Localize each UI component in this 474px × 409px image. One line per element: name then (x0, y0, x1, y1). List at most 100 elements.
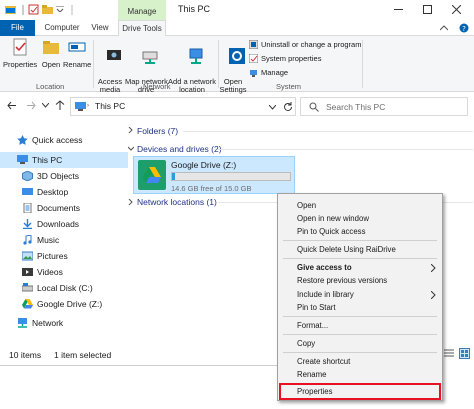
search-box[interactable]: Search This PC (300, 97, 468, 116)
network-drive-icon (142, 51, 158, 64)
network-location-icon (189, 48, 203, 64)
maximize-icon[interactable] (423, 5, 432, 14)
address-bar[interactable]: › This PC (70, 97, 296, 116)
toolbar-separator-icon (22, 5, 24, 15)
give-access-label: Give access to (297, 263, 352, 272)
properties-button[interactable]: Properties (3, 38, 37, 69)
access-media-label: Access media (97, 76, 123, 94)
folders-group-header[interactable]: Folders (7) (137, 126, 178, 136)
ribbon: Properties Open Rename Location Access m… (0, 36, 474, 94)
menu-item-pin-quick-access[interactable]: Pin to Quick access (278, 225, 442, 238)
tab-file[interactable]: File (0, 20, 35, 36)
nav-label: Quick access (32, 134, 83, 145)
expand-chevron-icon[interactable] (128, 199, 134, 205)
minimize-icon[interactable] (394, 9, 403, 11)
nav-google-drive[interactable]: Google Drive (Z:) (0, 296, 128, 312)
customize-toolbar-icon[interactable] (56, 6, 64, 12)
address-path[interactable]: This PC (95, 101, 125, 111)
submenu-arrow-icon (431, 291, 436, 299)
new-folder-quick-icon[interactable] (42, 4, 53, 15)
menu-item-pin-start[interactable]: Pin to Start (278, 301, 442, 314)
nav-documents[interactable]: Documents (0, 200, 128, 216)
menu-item-give-access[interactable]: Give access to (278, 261, 442, 274)
open-folder-icon (43, 41, 59, 54)
recent-locations-icon[interactable] (42, 103, 49, 108)
rename-button[interactable]: Rename (63, 38, 91, 69)
up-arrow-icon[interactable] (55, 100, 65, 110)
music-note-icon (23, 234, 32, 245)
local-disk-icon (22, 282, 33, 292)
nav-this-pc[interactable]: This PC (0, 152, 128, 168)
navigation-pane: Quick access This PC 3D Objects Desktop … (0, 122, 128, 344)
network-icon (18, 317, 27, 328)
menu-item-open[interactable]: Open (278, 199, 442, 212)
nav-videos[interactable]: Videos (0, 264, 128, 280)
back-arrow-icon[interactable] (7, 101, 17, 110)
nav-label: Desktop (37, 186, 69, 197)
forward-arrow-icon[interactable] (26, 101, 36, 110)
details-view-icon[interactable] (444, 349, 454, 359)
nav-desktop[interactable]: Desktop (0, 184, 128, 200)
nav-pictures[interactable]: Pictures (0, 248, 128, 264)
nav-label: Documents (37, 202, 80, 213)
menu-item-open-new-window[interactable]: Open in new window (278, 212, 442, 225)
manage-icon (250, 70, 257, 77)
properties-quick-icon[interactable] (28, 4, 39, 15)
system-properties-button[interactable]: System properties (249, 54, 321, 63)
nav-label: Downloads (37, 218, 80, 229)
collapse-chevron-icon[interactable] (128, 146, 134, 152)
network-locations-header[interactable]: Network locations (1) (137, 197, 217, 207)
group-rule (183, 131, 473, 132)
drive-free-space: 14.6 GB free of 15.0 GB (171, 184, 252, 193)
menu-separator (283, 240, 437, 241)
nav-local-disk[interactable]: Local Disk (C:) (0, 280, 128, 296)
media-icon (107, 49, 122, 60)
tab-drive-tools[interactable]: Drive Tools (118, 20, 166, 36)
nav-quick-access[interactable]: Quick access (0, 132, 128, 148)
selection-count: 1 item selected (54, 350, 112, 360)
devices-group-header[interactable]: Devices and drives (2) (137, 144, 222, 154)
collapse-ribbon-icon[interactable] (440, 25, 448, 31)
tab-computer[interactable]: Computer (42, 20, 82, 36)
nav-3d-objects[interactable]: 3D Objects (0, 168, 128, 184)
menu-item-quick-delete[interactable]: Quick Delete Using RaiDrive (278, 243, 442, 256)
large-icons-view-icon[interactable] (459, 348, 470, 359)
breadcrumb-chevron-icon[interactable]: › (87, 103, 89, 109)
tab-manage[interactable]: Manage (118, 4, 166, 20)
refresh-icon[interactable] (283, 102, 293, 112)
menu-item-restore-versions[interactable]: Restore previous versions (278, 274, 442, 287)
google-drive-tile[interactable]: Google Drive (Z:) 14.6 GB free of 15.0 G… (133, 156, 295, 194)
menu-item-copy[interactable]: Copy (278, 337, 442, 350)
quick-access-star-icon (17, 134, 28, 145)
uninstall-label: Uninstall or change a program (261, 40, 362, 49)
rename-label: Rename (63, 59, 92, 69)
nav-music[interactable]: Music (0, 232, 128, 248)
menu-item-create-shortcut[interactable]: Create shortcut (278, 355, 442, 368)
nav-label: Videos (37, 266, 63, 277)
manage-button[interactable]: Manage (249, 68, 288, 77)
group-separator (93, 40, 94, 88)
tab-view[interactable]: View (86, 20, 114, 36)
address-dropdown-icon[interactable] (269, 105, 276, 110)
submenu-arrow-icon (431, 264, 436, 272)
open-button[interactable]: Open (39, 38, 63, 69)
uninstall-program-button[interactable]: Uninstall or change a program (249, 40, 361, 49)
network-group-label: Network (143, 82, 171, 91)
documents-icon (23, 202, 32, 213)
menu-item-format[interactable]: Format... (278, 319, 442, 332)
menu-item-rename[interactable]: Rename (278, 368, 442, 381)
nav-network[interactable]: Network (0, 315, 128, 331)
properties-icon (13, 38, 27, 56)
nav-label: Pictures (37, 250, 68, 261)
nav-downloads[interactable]: Downloads (0, 216, 128, 232)
menu-item-include-library[interactable]: Include in library (278, 288, 442, 301)
expand-chevron-icon[interactable] (128, 127, 134, 133)
close-icon[interactable] (452, 5, 461, 14)
properties-label: Properties (3, 59, 38, 69)
search-icon (309, 102, 319, 112)
help-icon[interactable]: ? (459, 23, 469, 33)
explorer-icon[interactable] (5, 4, 16, 15)
pictures-icon (22, 251, 33, 261)
open-label: Open (41, 59, 61, 69)
properties-highlight-box (279, 383, 441, 400)
